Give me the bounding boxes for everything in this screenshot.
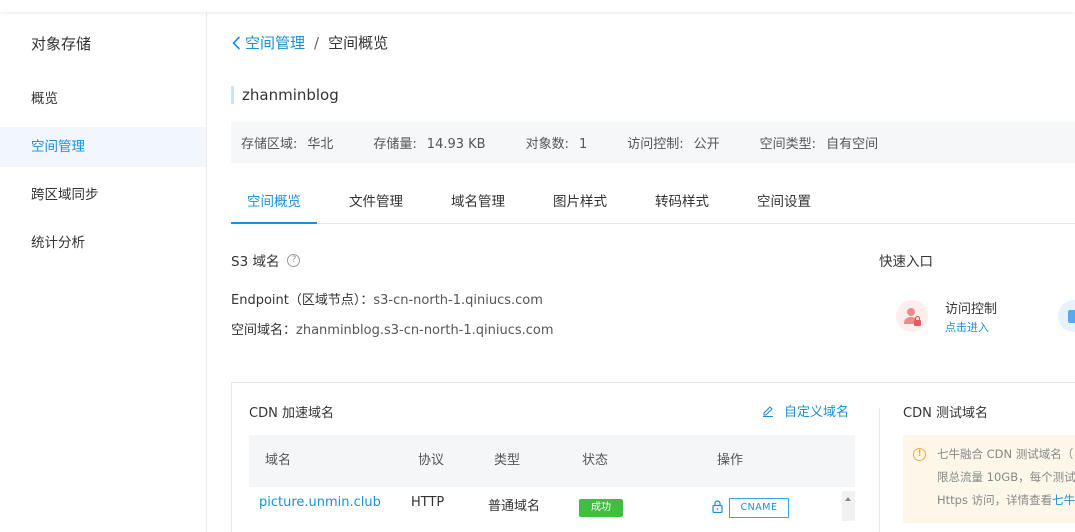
stat-bucket-type: 空间类型: 自有空间 [759, 137, 879, 152]
sidebar-item-overview[interactable]: 概览 [0, 79, 206, 119]
test-domain-notice: ! 七牛融合 CDN 测试域名（ 限总流量 10GB，每个测试 Https 访问… [903, 435, 1075, 523]
tab-overview[interactable]: 空间概览 [231, 183, 317, 224]
endpoint-row: Endpoint（区域节点）：s3-cn-north-1.qiniucs.com [231, 293, 543, 308]
tab-file-management[interactable]: 文件管理 [333, 183, 419, 224]
panel-divider [879, 408, 880, 532]
tab-bar: 空间概览 文件管理 域名管理 图片样式 转码样式 空间设置 [231, 183, 1075, 224]
warning-icon: ! [913, 448, 926, 461]
sidebar: 对象存储 概览 空间管理 跨区域同步 统计分析 [0, 12, 207, 532]
cdn-panel: CDN 加速域名 自定义域名 域名 协议 类型 状态 操作 picture.un… [231, 382, 1075, 532]
sidebar-item-statistics[interactable]: 统计分析 [0, 223, 206, 263]
cdn-type: 普通域名 [488, 499, 541, 514]
breadcrumb: 空间管理 / 空间概览 [232, 32, 388, 53]
lock-icon[interactable] [712, 500, 723, 513]
column-header-actions: 操作 [717, 453, 744, 468]
status-badge: 成功 [579, 499, 623, 517]
user-lock-icon [896, 300, 928, 332]
cdn-title: CDN 加速域名 [249, 406, 334, 421]
column-header-type: 类型 [494, 453, 521, 468]
stat-storage: 存储量: 14.93 KB [373, 137, 486, 152]
cdn-domain-link[interactable]: picture.unmin.club [259, 495, 381, 510]
s3-domain-heading: S3 域名 ? [231, 250, 301, 270]
endpoint-value: s3-cn-north-1.qiniucs.com [373, 293, 543, 308]
bucket-domain-row: 空间域名：zhanminblog.s3-cn-north-1.qiniucs.c… [231, 323, 554, 338]
sidebar-item-cross-region-sync[interactable]: 跨区域同步 [0, 175, 206, 215]
column-header-status: 状态 [582, 453, 609, 468]
tab-image-styles[interactable]: 图片样式 [537, 183, 623, 224]
column-header-protocol: 协议 [418, 453, 445, 468]
sidebar-item-bucket-management[interactable]: 空间管理 [0, 127, 206, 167]
stats-bar: 存储区域: 华北 存储量: 14.93 KB 对象数: 1 访问控制: 公开 空间类型:… [231, 122, 1075, 163]
test-domain-title: CDN 测试域名 [903, 406, 988, 421]
breadcrumb-current: 空间概览 [328, 34, 389, 52]
notice-link[interactable]: 七牛 [1052, 493, 1075, 507]
scrollbar-up-arrow[interactable] [842, 491, 855, 521]
quick-entry-name: 访问控制 [945, 302, 998, 317]
edit-icon [763, 405, 773, 417]
cdn-table-header: 域名 协议 类型 状态 操作 [249, 435, 855, 487]
quick-entry-link[interactable]: 点击进入 [945, 319, 989, 335]
chevron-left-icon [232, 35, 241, 50]
breadcrumb-back-link[interactable]: 空间管理 [232, 32, 305, 53]
stat-object-count: 对象数: 1 [525, 137, 588, 152]
help-icon[interactable]: ? [287, 253, 301, 267]
quick-entry-title: 快速入口 [879, 254, 933, 270]
main-content: 空间管理 / 空间概览 zhanminblog 存储区域: 华北 存储量: 14.9… [208, 12, 1075, 532]
stat-access-control: 访问控制: 公开 [627, 137, 720, 152]
tab-bucket-settings[interactable]: 空间设置 [741, 183, 827, 224]
custom-domain-button[interactable]: 自定义域名 [762, 401, 849, 420]
folder-icon[interactable] [1058, 300, 1075, 332]
tab-domain-management[interactable]: 域名管理 [435, 183, 521, 224]
cdn-protocol: HTTP [411, 495, 445, 510]
column-header-domain: 域名 [265, 453, 292, 468]
tab-transcode-styles[interactable]: 转码样式 [639, 183, 725, 224]
bucket-name: zhanminblog [231, 86, 339, 104]
breadcrumb-separator: / [314, 33, 320, 52]
cname-button[interactable]: CNAME [729, 498, 789, 518]
quick-entry-access-control[interactable]: 访问控制 点击进入 [896, 298, 1016, 338]
breadcrumb-parent: 空间管理 [245, 34, 306, 52]
stat-region: 存储区域: 华北 [241, 137, 334, 152]
top-bar [0, 0, 1075, 12]
sidebar-title: 对象存储 [31, 35, 92, 53]
bucket-domain-value: zhanminblog.s3-cn-north-1.qiniucs.com [296, 323, 554, 338]
